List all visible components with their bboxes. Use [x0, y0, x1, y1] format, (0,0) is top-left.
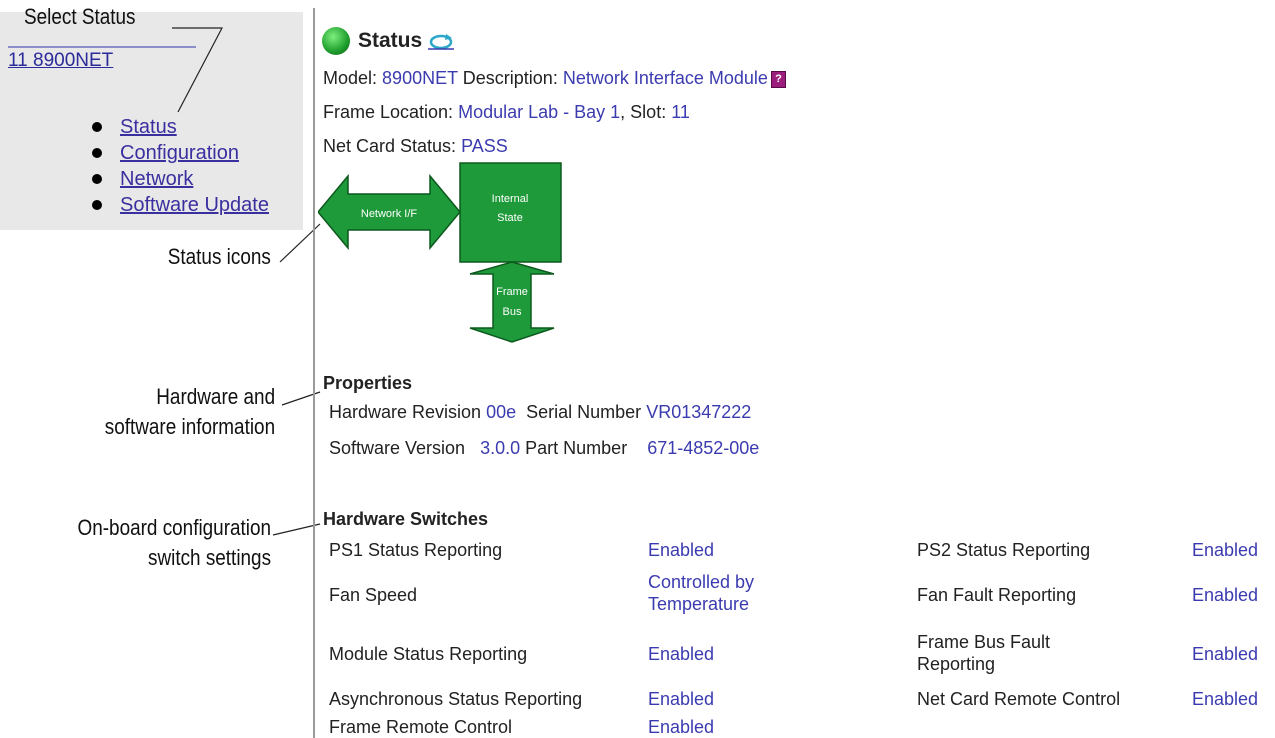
switch-value: Enabled	[648, 689, 715, 709]
slot-value: 11	[671, 102, 690, 122]
model-line: Model: 8900NET Description: Network Inte…	[323, 66, 786, 90]
help-icon[interactable]: ?	[770, 70, 786, 88]
switch-label: Frame Bus Fault Reporting	[917, 631, 1050, 675]
internal-state-label-line2: State	[497, 212, 523, 224]
software-version-value: 3.0.0	[480, 438, 521, 458]
net-card-status-label: Net Card Status:	[323, 136, 457, 156]
switch-label-line: Reporting	[917, 654, 996, 674]
hardware-revision-label: Hardware Revision	[329, 402, 482, 422]
switch-label: Asynchronous Status Reporting	[329, 689, 583, 709]
switch-label: Net Card Remote Control	[917, 689, 1121, 709]
network-if-label: Network I/F	[361, 208, 418, 220]
switch-label: Fan Speed	[329, 585, 418, 605]
software-version-label: Software Version	[329, 438, 466, 458]
callout-leaders	[172, 27, 321, 536]
properties-heading: Properties	[323, 373, 413, 393]
switch-value: Controlled by Temperature	[648, 571, 754, 615]
part-number-value: 671-4852-00e	[647, 438, 760, 458]
net-card-status-value: PASS	[461, 136, 508, 156]
internal-state-label-line1: Internal	[492, 193, 529, 205]
switch-value: Enabled	[1192, 689, 1259, 709]
part-number-label: Part Number	[525, 438, 628, 458]
switch-label: Fan Fault Reporting	[917, 585, 1077, 605]
hardware-revision-value: 00e	[486, 402, 517, 422]
leader-select-status	[172, 27, 223, 113]
switch-value: Enabled	[648, 717, 715, 737]
slot-label: , Slot:	[620, 102, 667, 122]
pane-divider	[313, 8, 315, 738]
description-label: Description:	[462, 68, 558, 88]
switch-value: Enabled	[1192, 644, 1259, 664]
serial-number-value: VR01347222	[646, 402, 752, 422]
properties-row-2: Software Version 3.0.0 Part Number 671-4…	[329, 436, 759, 460]
model-value: 8900NET	[382, 68, 458, 88]
properties-row-1: Hardware Revision 00e Serial Number VR01…	[329, 400, 751, 424]
switch-label: Module Status Reporting	[329, 644, 528, 664]
frame-location-line: Frame Location: Modular Lab - Bay 1, Slo…	[323, 100, 690, 124]
switch-label: Frame Remote Control	[329, 717, 513, 737]
frame-location-value: Modular Lab - Bay 1	[458, 102, 621, 122]
frame-bus-label-line1: Frame	[496, 286, 528, 298]
status-header: Status	[322, 24, 455, 58]
switch-value-line: Controlled by	[648, 572, 755, 592]
frame-location-label: Frame Location:	[323, 102, 454, 122]
model-label: Model:	[323, 68, 378, 88]
status-ok-icon	[322, 27, 350, 56]
switch-value: Enabled	[1192, 585, 1259, 605]
switch-label-line: Frame Bus Fault	[917, 632, 1051, 652]
frame-bus-label-line2: Bus	[503, 306, 522, 318]
status-diagram: Network I/F Internal State Frame Bus	[318, 162, 562, 343]
switch-value: Enabled	[648, 540, 715, 560]
switch-value-line: Temperature	[648, 594, 750, 614]
net-card-status-line: Net Card Status: PASS	[323, 134, 508, 158]
frame-bus-arrow-icon[interactable]	[469, 261, 555, 343]
refresh-icon[interactable]	[428, 32, 455, 51]
switch-value: Enabled	[1192, 540, 1259, 560]
serial-number-label: Serial Number	[526, 402, 642, 422]
switch-label: PS1 Status Reporting	[329, 540, 503, 560]
description-value: Network Interface Module	[562, 68, 768, 88]
switch-value: Enabled	[648, 644, 715, 664]
page-title: Status	[358, 29, 423, 52]
switch-label: PS2 Status Reporting	[917, 540, 1091, 560]
hardware-switches-heading: Hardware Switches	[323, 509, 489, 529]
